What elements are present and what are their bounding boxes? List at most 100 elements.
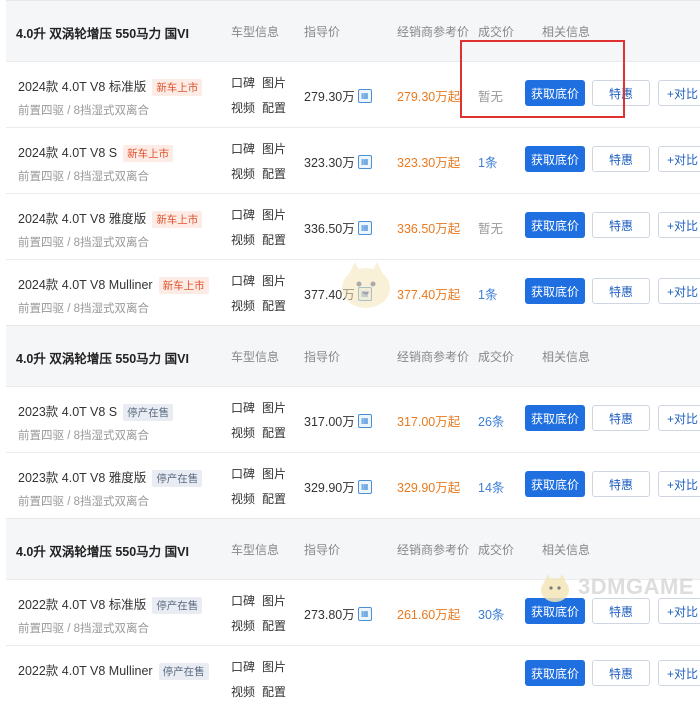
special-offer-button[interactable]: 特惠 xyxy=(592,405,650,431)
trim-name-text[interactable]: 2024款 4.0T V8 Mulliner xyxy=(18,278,153,292)
dealer-price[interactable]: 317.00万起 xyxy=(397,411,460,430)
trim-name-text[interactable]: 2024款 4.0T V8 雅度版 xyxy=(18,212,146,226)
calculator-icon[interactable]: ▦ xyxy=(357,220,372,235)
link-shipin[interactable]: 视频 xyxy=(231,617,262,634)
special-offer-button[interactable]: 特惠 xyxy=(592,212,650,238)
column-header-guide: 指导价 xyxy=(304,350,341,364)
column-header-model: 车型信息 xyxy=(231,350,280,364)
deal-price[interactable]: 26条 xyxy=(478,411,504,430)
get-price-button[interactable]: 获取底价 xyxy=(525,471,585,497)
trim-name-text[interactable]: 2023款 4.0T V8 S xyxy=(18,405,117,419)
link-tupian[interactable]: 图片 xyxy=(262,140,293,157)
link-shipin[interactable]: 视频 xyxy=(231,231,262,248)
trim-name[interactable]: 2024款 4.0T V8 S 新车上市 xyxy=(18,142,174,162)
special-offer-button[interactable]: 特惠 xyxy=(592,660,650,686)
dealer-price[interactable]: 261.60万起 xyxy=(397,604,460,623)
link-tupian[interactable]: 图片 xyxy=(262,206,293,223)
trim-name[interactable]: 2024款 4.0T V8 雅度版 新车上市 xyxy=(18,208,203,228)
deal-price[interactable]: 1条 xyxy=(478,152,497,171)
spec-title: 4.0升 双涡轮增压 550马力 国VI xyxy=(16,352,189,366)
drivetrain-info: 前置四驱 / 8挡湿式双离合 xyxy=(18,171,149,183)
column-header-deal: 成交价 xyxy=(478,25,515,39)
dealer-price[interactable]: 323.30万起 xyxy=(397,152,460,171)
link-peizhi[interactable]: 配置 xyxy=(262,490,293,507)
link-shipin[interactable]: 视频 xyxy=(231,165,262,182)
special-offer-button[interactable]: 特惠 xyxy=(592,278,650,304)
link-peizhi[interactable]: 配置 xyxy=(262,683,293,700)
get-price-button[interactable]: 获取底价 xyxy=(525,212,585,238)
link-tupian[interactable]: 图片 xyxy=(262,592,293,609)
calculator-icon[interactable]: ▦ xyxy=(357,154,372,169)
column-header-model: 车型信息 xyxy=(231,25,280,39)
deal-price[interactable]: 14条 xyxy=(478,477,504,496)
link-peizhi[interactable]: 配置 xyxy=(262,297,293,314)
trim-row: 2024款 4.0T V8 S 新车上市前置四驱 / 8挡湿式双离合 口碑 图片 视频配… xyxy=(6,127,700,193)
drivetrain-info: 前置四驱 / 8挡湿式双离合 xyxy=(18,623,149,635)
calculator-icon[interactable]: ▦ xyxy=(357,88,372,103)
link-koubei[interactable]: 口碑 xyxy=(231,140,262,157)
compare-button[interactable]: +对比 xyxy=(658,471,700,497)
link-peizhi[interactable]: 配置 xyxy=(262,165,293,182)
special-offer-button[interactable]: 特惠 xyxy=(592,471,650,497)
calculator-icon[interactable]: ▦ xyxy=(357,413,372,428)
link-tupian[interactable]: 图片 xyxy=(262,272,293,289)
dealer-price[interactable]: 336.50万起 xyxy=(397,218,460,237)
spec-header: 4.0升 双涡轮增压 550马力 国VI 车型信息 指导价 经销商参考价 成交价 相关信息 xyxy=(6,0,700,61)
link-shipin[interactable]: 视频 xyxy=(231,490,262,507)
link-peizhi[interactable]: 配置 xyxy=(262,231,293,248)
column-header-related: 相关信息 xyxy=(542,25,591,39)
special-offer-button[interactable]: 特惠 xyxy=(592,146,650,172)
compare-button[interactable]: +对比 xyxy=(658,405,700,431)
link-koubei[interactable]: 口碑 xyxy=(231,658,262,675)
calculator-icon[interactable]: ▦ xyxy=(357,606,372,621)
link-shipin[interactable]: 视频 xyxy=(231,297,262,314)
compare-button[interactable]: +对比 xyxy=(658,278,700,304)
trim-name-text[interactable]: 2022款 4.0T V8 标准版 xyxy=(18,598,146,612)
get-price-button[interactable]: 获取底价 xyxy=(525,278,585,304)
related-links: 口碑 图片 视频 配置 xyxy=(231,592,293,634)
trim-name[interactable]: 2022款 4.0T V8 标准版 停产在售 xyxy=(18,594,203,614)
link-tupian[interactable]: 图片 xyxy=(262,658,293,675)
dealer-price[interactable]: 279.30万起 xyxy=(397,86,460,105)
compare-button[interactable]: +对比 xyxy=(658,80,700,106)
trim-name-text[interactable]: 2023款 4.0T V8 雅度版 xyxy=(18,471,146,485)
trim-name[interactable]: 2023款 4.0T V8 雅度版 停产在售 xyxy=(18,467,203,487)
link-shipin[interactable]: 视频 xyxy=(231,424,262,441)
trim-name-text[interactable]: 2024款 4.0T V8 S xyxy=(18,146,117,160)
link-koubei[interactable]: 口碑 xyxy=(231,74,262,91)
get-price-button[interactable]: 获取底价 xyxy=(525,405,585,431)
link-tupian[interactable]: 图片 xyxy=(262,465,293,482)
deal-price[interactable]: 30条 xyxy=(478,604,504,623)
link-shipin[interactable]: 视频 xyxy=(231,683,262,700)
link-peizhi[interactable]: 配置 xyxy=(262,617,293,634)
get-price-button[interactable]: 获取底价 xyxy=(525,660,585,686)
special-offer-button[interactable]: 特惠 xyxy=(592,80,650,106)
trim-name[interactable]: 2022款 4.0T V8 Mulliner 停产在售 xyxy=(18,660,209,680)
trim-name[interactable]: 2024款 4.0T V8 标准版 新车上市 xyxy=(18,76,203,96)
link-koubei[interactable]: 口碑 xyxy=(231,465,262,482)
dealer-price[interactable]: 377.40万起 xyxy=(397,284,460,303)
compare-button[interactable]: +对比 xyxy=(658,146,700,172)
get-price-button[interactable]: 获取底价 xyxy=(525,146,585,172)
compare-button[interactable]: +对比 xyxy=(658,660,700,686)
link-koubei[interactable]: 口碑 xyxy=(231,272,262,289)
link-shipin[interactable]: 视频 xyxy=(231,99,262,116)
link-tupian[interactable]: 图片 xyxy=(262,399,293,416)
calculator-icon[interactable]: ▦ xyxy=(357,479,372,494)
link-peizhi[interactable]: 配置 xyxy=(262,424,293,441)
trim-name-text[interactable]: 2024款 4.0T V8 标准版 xyxy=(18,80,146,94)
deal-price[interactable]: 1条 xyxy=(478,284,497,303)
link-koubei[interactable]: 口碑 xyxy=(231,592,262,609)
compare-button[interactable]: +对比 xyxy=(658,212,700,238)
link-peizhi[interactable]: 配置 xyxy=(262,99,293,116)
trim-name[interactable]: 2023款 4.0T V8 S 停产在售 xyxy=(18,401,174,421)
column-header-model: 车型信息 xyxy=(231,543,280,557)
link-tupian[interactable]: 图片 xyxy=(262,74,293,91)
status-badge: 新车上市 xyxy=(123,145,174,162)
trim-name-text[interactable]: 2022款 4.0T V8 Mulliner xyxy=(18,664,153,678)
get-price-button[interactable]: 获取底价 xyxy=(525,80,585,106)
trim-name[interactable]: 2024款 4.0T V8 Mulliner 新车上市 xyxy=(18,274,209,294)
link-koubei[interactable]: 口碑 xyxy=(231,206,262,223)
link-koubei[interactable]: 口碑 xyxy=(231,399,262,416)
dealer-price[interactable]: 329.90万起 xyxy=(397,477,460,496)
